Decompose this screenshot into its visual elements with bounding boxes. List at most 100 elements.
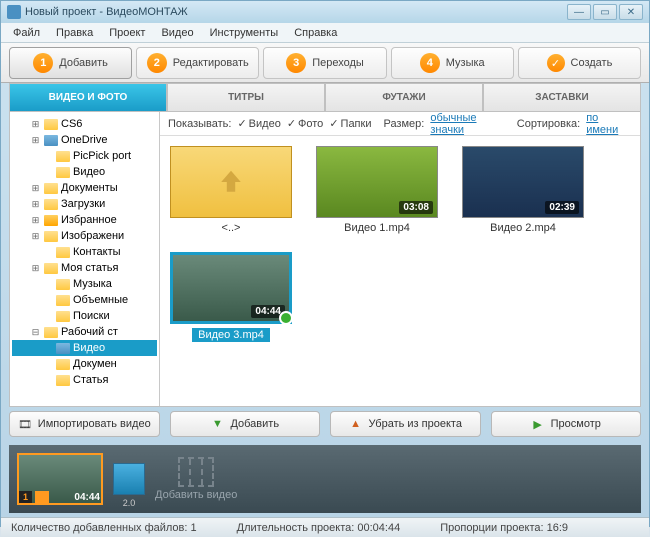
thumb-label: Видео 2.mp4 [490,222,556,234]
video-thumbnail[interactable]: 02:39 Видео 2.mp4 [462,146,584,234]
remove-button[interactable]: ▲Убрать из проекта [330,411,481,437]
tree-item[interactable]: ⊞Моя статья [12,260,157,276]
timeline[interactable]: 1 04:44 2.0 Добавить видео [9,445,641,513]
add-video-slot[interactable]: Добавить видео [155,457,237,501]
filter-bar: Показывать: ✓ Видео ✓ Фото ✓ Папки Разме… [160,112,640,136]
tree-item[interactable]: Музыка [12,276,157,292]
thumb-image [170,146,292,218]
film-icon: 🎞 [18,417,32,431]
action-bar: 🎞Импортировать видео ▼Добавить ▲Убрать и… [9,407,641,439]
step-5[interactable]: ✓Создать [518,47,641,79]
tree-item[interactable]: Поиски [12,308,157,324]
filter-folders-checkbox[interactable]: ✓ Папки [329,117,371,130]
sort-link[interactable]: по имени [586,112,632,136]
import-video-button[interactable]: 🎞Импортировать видео [9,411,160,437]
tab-1[interactable]: ТИТРЫ [167,83,325,111]
filter-photo-checkbox[interactable]: ✓ Фото [287,117,324,130]
tree-item[interactable]: Контакты [12,244,157,260]
browser-panel: Показывать: ✓ Видео ✓ Фото ✓ Папки Разме… [160,112,640,406]
step-1[interactable]: 1Добавить [9,47,132,79]
preview-button[interactable]: ▶Просмотр [491,411,642,437]
clip-duration: 04:44 [74,492,100,503]
folder-icon [44,135,58,146]
size-label: Размер: [383,118,424,130]
parent-folder[interactable]: <..> [170,146,292,234]
size-link[interactable]: обычные значки [430,112,510,136]
folder-icon [56,311,70,322]
check-icon: ✓ [547,54,565,72]
thumb-label: Видео 1.mp4 [344,222,410,234]
folder-icon [56,343,70,354]
folder-icon [56,247,70,258]
sort-label: Сортировка: [517,118,580,130]
tab-2[interactable]: ФУТАЖИ [325,83,483,111]
tree-item[interactable]: Статья [12,372,157,388]
folder-icon [56,151,70,162]
statusbar: Количество добавленных файлов: 1 Длитель… [1,517,649,537]
menu-0[interactable]: Файл [5,24,48,42]
step-number-icon: 2 [147,53,167,73]
step-number-icon: 4 [420,53,440,73]
tab-3[interactable]: ЗАСТАВКИ [483,83,641,111]
folder-icon [44,327,58,338]
folder-icon [56,375,70,386]
folder-tree[interactable]: ⊞CS6⊞OneDrivePicPick portВидео⊞Документы… [10,112,159,406]
tree-item[interactable]: Видео [12,164,157,180]
thumb-image: 03:08 [316,146,438,218]
folder-icon [44,231,58,242]
step-4[interactable]: 4Музыка [391,47,514,79]
add-button[interactable]: ▼Добавить [170,411,321,437]
add-video-label: Добавить видео [155,489,237,501]
menu-5[interactable]: Справка [286,24,345,42]
folder-icon [56,295,70,306]
titlebar: Новый проект - ВидеоМОНТАЖ — ▭ ✕ [1,1,649,23]
steps-bar: 1Добавить2Редактировать3Переходы4Музыка✓… [1,43,649,83]
transition-duration: 2.0 [123,498,136,508]
arrow-up-icon: ▲ [349,417,363,431]
menu-2[interactable]: Проект [101,24,153,42]
tree-item[interactable]: ⊞CS6 [12,116,157,132]
folder-icon [44,199,58,210]
transition-slot[interactable]: 2.0 [113,463,145,495]
tabs: ВИДЕО И ФОТОТИТРЫФУТАЖИЗАСТАВКИ [9,83,641,111]
thumb-image: 04:44 [170,252,292,324]
filter-video-checkbox[interactable]: ✓ Видео [237,117,280,130]
tree-item[interactable]: Видео [12,340,157,356]
thumb-image: 02:39 [462,146,584,218]
maximize-button[interactable]: ▭ [593,4,617,20]
folder-icon [56,167,70,178]
menu-1[interactable]: Правка [48,24,101,42]
tree-item[interactable]: PicPick port [12,148,157,164]
step-number-icon: 1 [33,53,53,73]
folder-icon [44,263,58,274]
step-3[interactable]: 3Переходы [263,47,386,79]
close-button[interactable]: ✕ [619,4,643,20]
step-2[interactable]: 2Редактировать [136,47,259,79]
tab-0[interactable]: ВИДЕО И ФОТО [9,83,167,111]
added-badge-icon [279,311,293,325]
tree-item[interactable]: ⊞Загрузки [12,196,157,212]
edit-icon[interactable] [35,491,49,503]
tree-item[interactable]: ⊟Рабочий ст [12,324,157,340]
video-thumbnail[interactable]: 04:44 Видео 3.mp4 [170,252,292,342]
tree-item[interactable]: ⊞OneDrive [12,132,157,148]
menu-4[interactable]: Инструменты [202,24,287,42]
tree-item[interactable]: Объемные [12,292,157,308]
timeline-clip[interactable]: 1 04:44 [17,453,103,505]
show-label: Показывать: [168,118,231,130]
thumb-label: <..> [222,222,241,234]
tree-item[interactable]: ⊞Документы [12,180,157,196]
menu-3[interactable]: Видео [153,24,201,42]
window-title: Новый проект - ВидеоМОНТАЖ [25,6,567,18]
folder-icon [56,279,70,290]
minimize-button[interactable]: — [567,4,591,20]
tree-item[interactable]: Докумен [12,356,157,372]
play-icon: ▶ [531,417,545,431]
thumb-label: Видео 3.mp4 [192,328,270,342]
folder-tree-panel: ⊞CS6⊞OneDrivePicPick portВидео⊞Документы… [10,112,160,406]
tree-item[interactable]: ⊞Избранное [12,212,157,228]
arrow-down-icon: ▼ [210,417,224,431]
video-thumbnail[interactable]: 03:08 Видео 1.mp4 [316,146,438,234]
folder-icon [56,359,70,370]
tree-item[interactable]: ⊞Изображени [12,228,157,244]
